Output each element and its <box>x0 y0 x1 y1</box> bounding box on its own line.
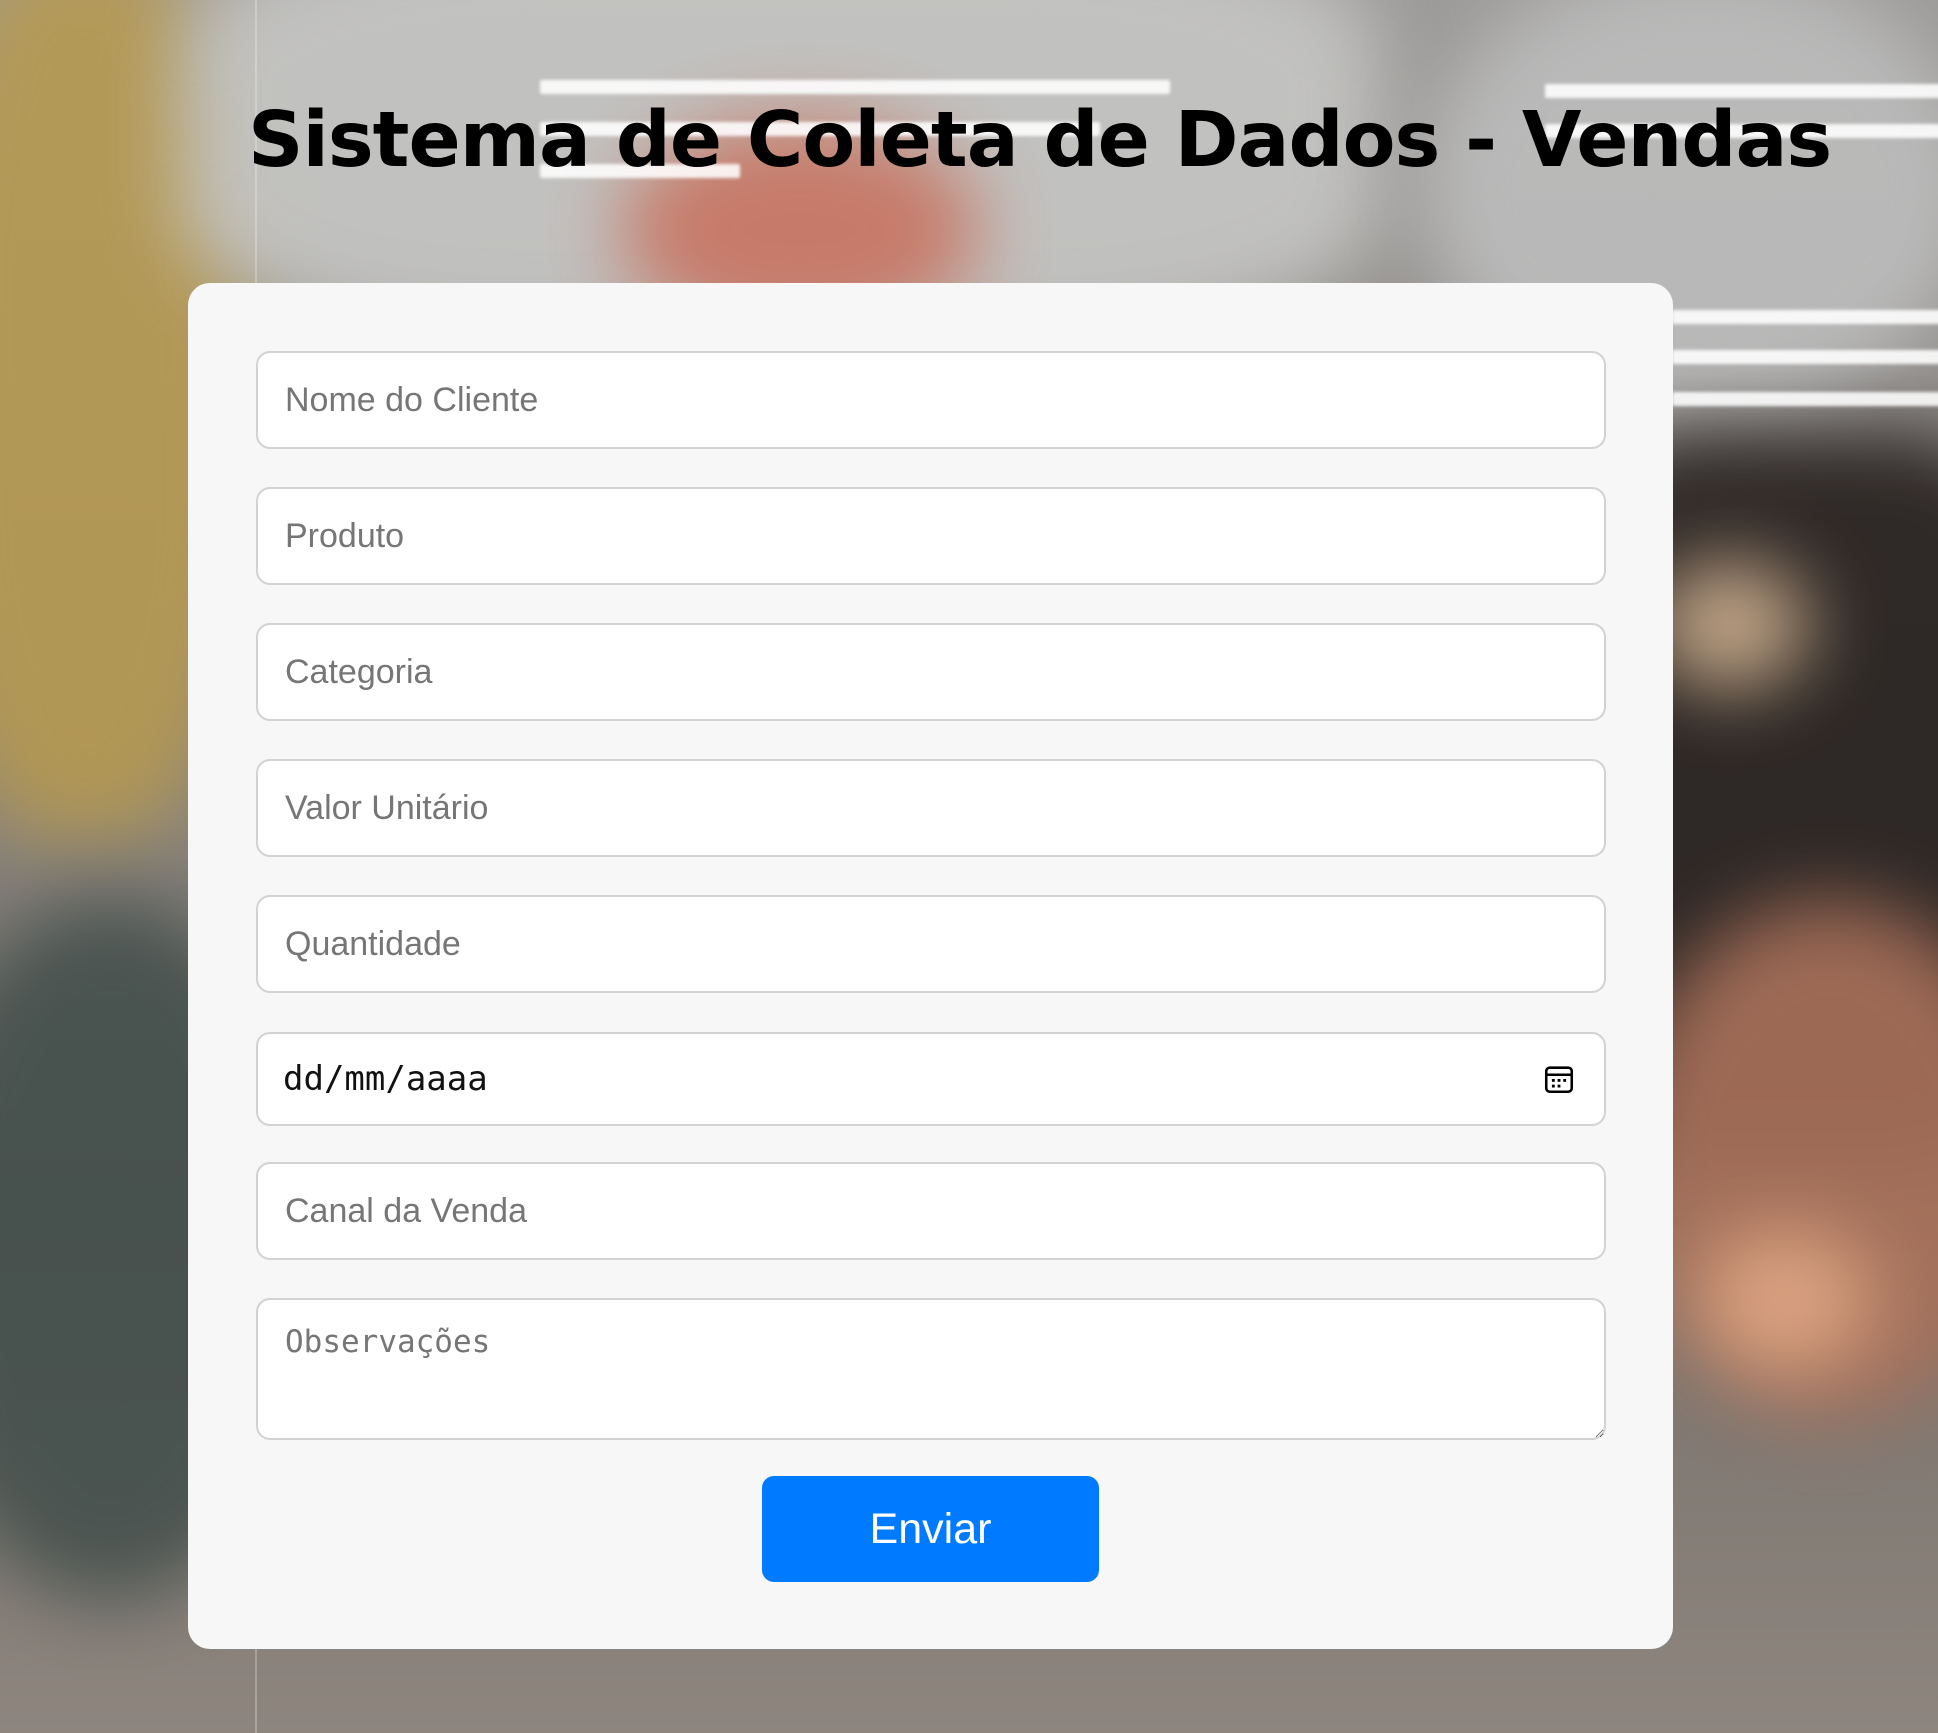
date-placeholder: dd/mm/aaaa <box>283 1059 488 1099</box>
category-input[interactable] <box>256 623 1606 721</box>
calendar-icon[interactable] <box>1542 1062 1576 1096</box>
submit-button[interactable]: Enviar <box>762 1476 1099 1582</box>
unit-value-input[interactable] <box>256 759 1606 857</box>
page-title: Sistema de Coleta de Dados - Vendas <box>248 96 1832 185</box>
sale-date-input[interactable]: dd/mm/aaaa <box>256 1032 1606 1126</box>
notes-textarea[interactable] <box>256 1298 1606 1440</box>
product-input[interactable] <box>256 487 1606 585</box>
customer-name-input[interactable] <box>256 351 1606 449</box>
sales-form-card: dd/mm/aaaa Enviar <box>188 283 1673 1649</box>
quantity-input[interactable] <box>256 895 1606 993</box>
sales-channel-input[interactable] <box>256 1162 1606 1260</box>
